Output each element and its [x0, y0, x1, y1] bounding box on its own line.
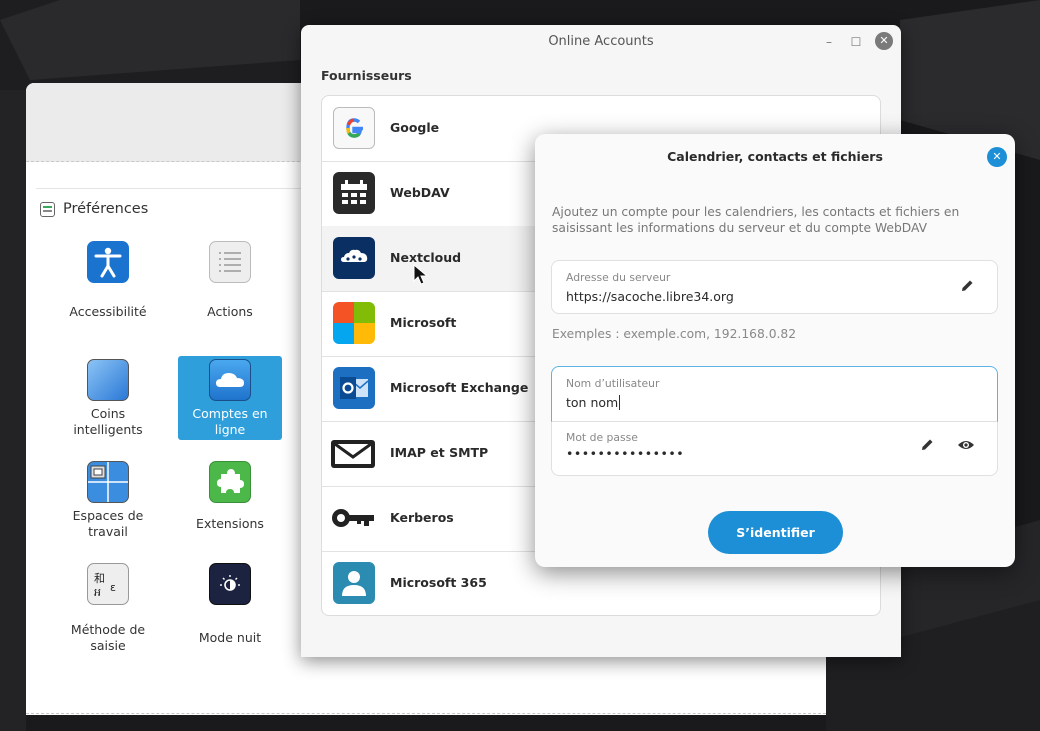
- tile-comptes-en-ligne[interactable]: Comptes en ligne: [178, 356, 282, 440]
- tile-label: Mode nuit: [198, 630, 262, 645]
- svg-text:ε: ε: [110, 581, 116, 594]
- tile-mode-nuit[interactable]: Mode nuit: [178, 562, 282, 646]
- puzzle-icon: [209, 461, 251, 503]
- tile-accessibilite[interactable]: Accessibilité: [56, 240, 160, 324]
- password-label: Mot de passe: [566, 431, 638, 444]
- tile-label: Coins intelligents: [73, 406, 143, 437]
- server-address-value[interactable]: https://sacoche.libre34.org: [566, 289, 734, 304]
- server-address-label: Adresse du serveur: [566, 271, 671, 284]
- tile-label: Extensions: [196, 516, 264, 531]
- tile-espaces-de-travail[interactable]: Espaces de travail: [56, 460, 160, 544]
- provider-name: Google: [390, 120, 440, 135]
- input-method-icon: 和អε: [87, 563, 129, 605]
- tile-extensions[interactable]: Extensions: [178, 460, 282, 544]
- provider-name: Microsoft Exchange: [390, 380, 529, 395]
- provider-name: Nextcloud: [390, 250, 462, 265]
- edit-server-button[interactable]: [957, 278, 977, 298]
- pencil-icon: [962, 280, 973, 291]
- tile-methode-de-saisie[interactable]: 和អε Méthode de saisie: [56, 562, 160, 653]
- google-icon: [333, 107, 375, 149]
- workspaces-icon: [87, 461, 129, 503]
- tile-label: Espaces de travail: [72, 508, 144, 539]
- tile-actions[interactable]: Actions: [178, 240, 282, 324]
- key-icon: [332, 497, 375, 539]
- show-password-button[interactable]: [956, 437, 976, 457]
- edit-password-button[interactable]: [917, 437, 937, 457]
- maximize-button[interactable]: ☐: [847, 33, 865, 51]
- night-mode-icon: [209, 563, 251, 605]
- hot-corners-icon: [87, 359, 129, 401]
- dialog-close-button[interactable]: ✕: [987, 147, 1007, 167]
- provider-name: Microsoft: [390, 315, 457, 330]
- password-value[interactable]: •••••••••••••••: [566, 446, 684, 461]
- tile-label: Méthode de saisie: [70, 622, 146, 653]
- bottom-border: [26, 713, 826, 715]
- minimize-button[interactable]: –: [820, 33, 838, 51]
- server-examples-hint: Exemples : exemple.com, 192.168.0.82: [552, 327, 797, 341]
- mouse-cursor: [413, 264, 429, 285]
- exchange-icon: [333, 367, 375, 409]
- eye-icon: [958, 441, 974, 449]
- preferences-section-title: Préférences: [40, 201, 148, 217]
- microsoft-icon: [333, 302, 375, 344]
- provider-name: Kerberos: [390, 510, 454, 525]
- dialog-title: Calendrier, contacts et fichiers: [667, 149, 883, 164]
- server-address-field[interactable]: Adresse du serveur https://sacoche.libre…: [551, 260, 998, 314]
- provider-name: IMAP et SMTP: [390, 445, 489, 460]
- webdav-calendar-icon: [333, 172, 375, 214]
- preferences-title-label: Préférences: [63, 201, 149, 217]
- username-value[interactable]: ton nom: [566, 395, 621, 410]
- accessibility-icon: [87, 241, 129, 283]
- providers-heading: Fournisseurs: [321, 68, 412, 83]
- mail-envelope-icon: [331, 432, 375, 474]
- nextcloud-icon: [333, 237, 375, 279]
- window-close-button[interactable]: ✕: [875, 32, 893, 50]
- provider-name: WebDAV: [390, 185, 450, 200]
- window-title: Online Accounts: [548, 34, 654, 49]
- sign-in-button[interactable]: S’identifier: [708, 511, 843, 554]
- separator: [36, 188, 306, 189]
- tile-label: Accessibilité: [69, 304, 147, 319]
- cloud-icon: [209, 359, 251, 401]
- provider-name: Microsoft 365: [390, 575, 487, 590]
- svg-text:和: 和: [94, 572, 105, 585]
- pencil-icon: [922, 439, 933, 450]
- tile-coins-intelligents[interactable]: Coins intelligents: [56, 356, 160, 440]
- password-field[interactable]: Mot de passe •••••••••••••••: [551, 422, 998, 476]
- webdav-dialog: Calendrier, contacts et fichiers ✕ Ajout…: [535, 134, 1015, 567]
- username-label: Nom d’utilisateur: [566, 377, 660, 390]
- username-field[interactable]: Nom d’utilisateur ton nom: [551, 366, 998, 422]
- tile-label: Actions: [207, 304, 253, 319]
- svg-text:អ: អ: [94, 586, 101, 599]
- preferences-icon: [40, 201, 55, 217]
- actions-list-icon: [209, 241, 251, 283]
- user-account-icon: [333, 562, 375, 604]
- dialog-description: Ajoutez un compte pour les calendriers, …: [552, 205, 960, 235]
- tile-label: Comptes en ligne: [192, 406, 268, 437]
